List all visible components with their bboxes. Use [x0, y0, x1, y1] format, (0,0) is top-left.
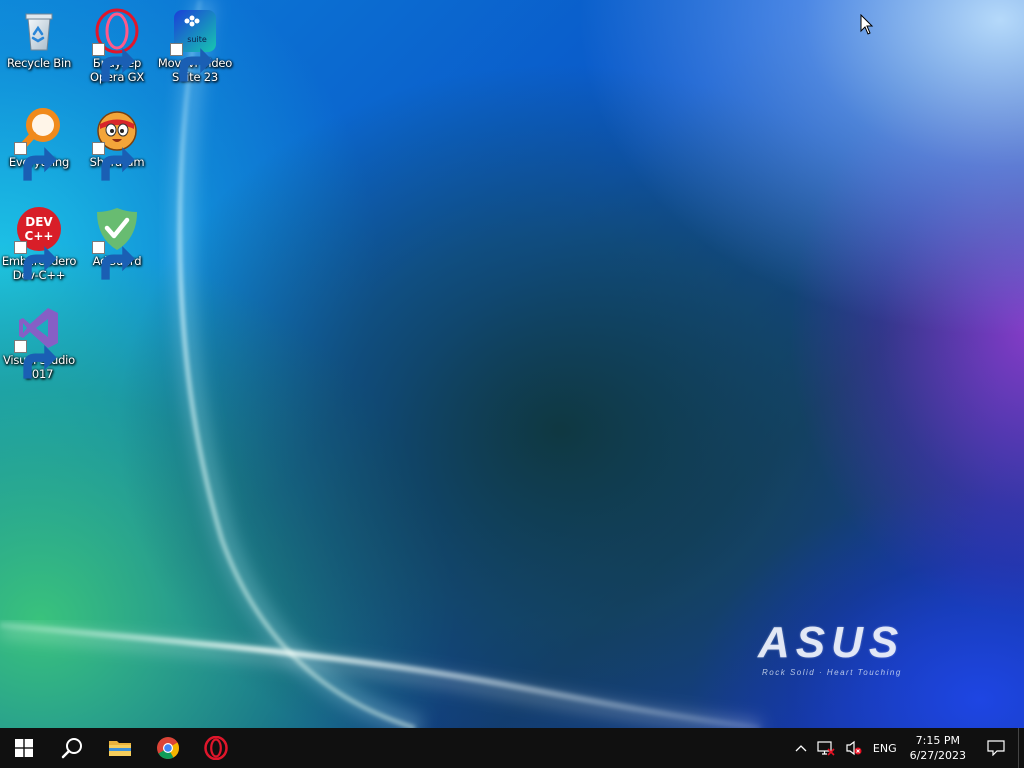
devcpp-badge-line1: DEV [25, 215, 53, 229]
movavi-suite-icon: suite [170, 8, 218, 82]
chevron-up-icon [795, 745, 807, 752]
network-disconnected-icon [817, 741, 835, 756]
chrome-icon [157, 737, 179, 759]
desktop-icon-everything[interactable]: Everything [1, 107, 77, 181]
show-desktop-button[interactable] [1018, 728, 1024, 768]
search-icon [61, 738, 82, 759]
shortcut-arrow-icon [92, 241, 135, 280]
desktop-icon-adguard[interactable]: AdGuard [79, 206, 155, 280]
windows-logo-icon [15, 739, 33, 757]
volume-button[interactable] [840, 728, 868, 768]
taskbar: ENG 7:15 PM 6/27/2023 [0, 728, 1024, 768]
desktop-icon-label: Recycle Bin [6, 56, 72, 70]
asus-wordmark: ASUS [758, 618, 905, 667]
shortcut-arrow-icon [92, 142, 135, 181]
notification-icon [987, 740, 1005, 756]
opera-gx-icon [92, 8, 140, 82]
desktop-icon-devcpp[interactable]: DEV C++ Embarcadero Dev-C++ [1, 206, 77, 282]
shortcut-arrow-icon [92, 43, 135, 82]
opera-icon [204, 736, 228, 760]
movavi-badge-text: suite [187, 35, 207, 44]
shortcut-arrow-icon [170, 43, 213, 82]
language-label: ENG [872, 741, 897, 755]
shortcut-arrow-icon [14, 241, 57, 280]
language-indicator[interactable]: ENG [868, 728, 902, 768]
asus-tagline: Rock Solid · Heart Touching [762, 668, 902, 677]
chrome-button[interactable] [144, 728, 192, 768]
desktop-icon-shararam[interactable]: Shararam [79, 107, 155, 181]
clock-time: 7:15 PM [915, 734, 960, 747]
search-button[interactable] [48, 728, 96, 768]
action-center-button[interactable] [974, 728, 1018, 768]
asus-logo: ASUS Rock Solid · Heart Touching [758, 618, 948, 682]
show-hidden-icons-button[interactable] [790, 728, 812, 768]
devcpp-badge-line2: C++ [25, 229, 54, 243]
desktop-icon-movavi[interactable]: suite Movavi Video Suite 23 [157, 8, 233, 84]
desktop-icon-opera-gx[interactable]: Браузер Opera GX [79, 8, 155, 84]
visual-studio-icon [14, 305, 62, 379]
recycle-bin-icon [16, 8, 62, 54]
file-explorer-button[interactable] [96, 728, 144, 768]
mouse-cursor-icon [860, 14, 874, 35]
opera-button[interactable] [192, 728, 240, 768]
network-status-button[interactable] [812, 728, 840, 768]
desktop-icon-visual-studio[interactable]: Visual Studio 2017 [1, 305, 77, 381]
shortcut-arrow-icon [14, 142, 57, 181]
volume-muted-icon [846, 740, 862, 756]
shararam-icon [92, 107, 140, 181]
system-tray: ENG 7:15 PM 6/27/2023 [790, 728, 1024, 768]
clock-date: 6/27/2023 [909, 749, 966, 762]
desktop-icon-recycle-bin[interactable]: Recycle Bin [1, 8, 77, 70]
clock[interactable]: 7:15 PM 6/27/2023 [902, 728, 974, 768]
adguard-icon [92, 206, 140, 280]
start-button[interactable] [0, 728, 48, 768]
dev-cpp-icon: DEV C++ [14, 206, 62, 280]
folder-icon [109, 741, 131, 756]
everything-search-icon [14, 107, 62, 181]
shortcut-arrow-icon [14, 340, 57, 379]
